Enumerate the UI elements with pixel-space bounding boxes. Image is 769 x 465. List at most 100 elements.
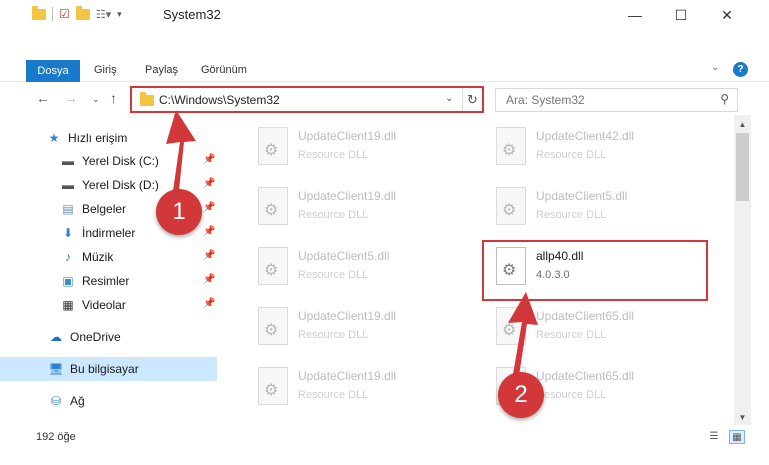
search-icon[interactable]: ⚲	[720, 92, 729, 106]
refresh-icon[interactable]: ↻	[462, 88, 482, 111]
sidebar-item-label: Bu bilgisayar	[70, 362, 139, 376]
file-description: Resource DLL	[298, 209, 369, 221]
dll-file-icon	[496, 127, 526, 165]
step-1-badge: 1	[156, 189, 202, 235]
file-item[interactable]: UpdateClient42.dll Resource DLL	[482, 121, 712, 175]
file-name: UpdateClient65.dll	[536, 309, 635, 323]
close-button[interactable]: ✕	[704, 0, 750, 30]
sidebar-item-label: OneDrive	[70, 330, 121, 344]
file-item[interactable]: UpdateClient19.dll Resource DLL	[244, 181, 474, 235]
file-name: UpdateClient19.dll	[298, 189, 397, 203]
sidebar-item-label: Ağ	[70, 394, 85, 408]
file-description: Resource DLL	[298, 389, 369, 401]
file-name: UpdateClient5.dll	[536, 189, 628, 203]
file-description: Resource DLL	[536, 209, 607, 221]
file-name: UpdateClient19.dll	[298, 129, 397, 143]
vertical-scrollbar[interactable]: ▲ ▼	[734, 115, 751, 425]
computer-icon: 🖥	[48, 362, 64, 376]
sidebar-item-label: Hızlı erişim	[68, 131, 128, 145]
network-icon: ⛁	[50, 394, 62, 408]
drive-icon: ▬	[62, 178, 74, 192]
title-bar: ☑ ☷▾ ▾ System32 — ☐ ✕	[0, 0, 769, 30]
customize-toolbar-icon[interactable]: ▾	[117, 9, 122, 20]
sidebar-item-onedrive[interactable]: ☁ OneDrive	[0, 325, 217, 349]
maximize-button[interactable]: ☐	[658, 0, 704, 30]
file-name: UpdateClient5.dll	[298, 249, 390, 263]
pin-icon[interactable]: 📌	[203, 202, 215, 213]
pin-icon[interactable]: 📌	[203, 298, 215, 309]
address-bar[interactable]: C:\Windows\System32 ⌄ ↻	[130, 86, 484, 113]
search-input[interactable]	[496, 89, 706, 111]
pin-icon[interactable]: 📌	[203, 154, 215, 165]
sidebar-item-videos[interactable]: ▦ Videolar 📌	[0, 293, 217, 317]
document-icon: ▤	[62, 202, 74, 216]
folder-icon	[140, 92, 154, 106]
recent-locations-icon[interactable]: ⌄	[92, 94, 100, 105]
file-description: Resource DLL	[536, 329, 607, 341]
music-icon: ♪	[65, 250, 71, 264]
tab-share[interactable]: Paylaş	[145, 64, 178, 76]
file-item[interactable]: UpdateClient19.dll Resource DLL	[244, 361, 474, 415]
scroll-down-icon[interactable]: ▼	[734, 411, 751, 425]
toolbar-divider	[52, 7, 53, 21]
sidebar-item-label: Belgeler	[82, 202, 127, 216]
help-icon[interactable]: ?	[733, 62, 748, 77]
sidebar-item-label: Müzik	[82, 250, 114, 264]
file-item[interactable]: UpdateClient19.dll Resource DLL	[244, 301, 474, 355]
sidebar-item-network[interactable]: ⛁ Ağ	[0, 389, 217, 413]
scroll-thumb[interactable]	[736, 133, 749, 201]
address-path[interactable]: C:\Windows\System32	[159, 93, 280, 107]
dll-file-icon	[258, 367, 288, 405]
sidebar-item-pictures[interactable]: ▣ Resimler 📌	[0, 269, 217, 293]
address-dropdown-icon[interactable]: ⌄	[445, 93, 453, 104]
star-icon: ★	[48, 131, 60, 145]
properties-icon[interactable]: ☑	[59, 7, 70, 21]
new-folder-icon[interactable]	[75, 5, 90, 20]
sidebar-item-label: Resimler	[82, 274, 130, 288]
pin-icon[interactable]: 📌	[203, 250, 215, 261]
view-options-icon[interactable]: ☷▾	[96, 8, 111, 21]
file-description: Resource DLL	[536, 149, 607, 161]
selected-file-highlight	[482, 240, 708, 301]
tab-view[interactable]: Görünüm	[201, 64, 247, 76]
sidebar-item-label: İndirmeler	[82, 226, 136, 240]
details-view-icon[interactable]: ☰	[706, 430, 722, 444]
pin-icon[interactable]: 📌	[203, 178, 215, 189]
sidebar-item-music[interactable]: ♪ Müzik 📌	[0, 245, 217, 269]
file-item[interactable]: UpdateClient19.dll Resource DLL	[244, 121, 474, 175]
file-name: UpdateClient19.dll	[298, 369, 397, 383]
file-description: Resource DLL	[298, 329, 369, 341]
file-item[interactable]: UpdateClient5.dll Resource DLL	[244, 241, 474, 295]
up-arrow-icon[interactable]: ↑	[110, 90, 117, 106]
pin-icon[interactable]: 📌	[203, 274, 215, 285]
minimize-button[interactable]: —	[612, 0, 658, 30]
tiles-view-icon[interactable]: ▦	[729, 430, 745, 444]
download-icon: ⬇	[62, 226, 74, 240]
sidebar-item-local-disk-c[interactable]: ▬ Yerel Disk (C:) 📌	[0, 149, 217, 173]
file-item[interactable]: UpdateClient65.dll Resource DLL	[482, 301, 712, 355]
file-description: Resource DLL	[298, 149, 369, 161]
tab-home[interactable]: Giriş	[94, 64, 117, 76]
back-arrow-icon[interactable]: ←	[36, 90, 50, 106]
sidebar-item-this-pc[interactable]: 🖥 Bu bilgisayar	[0, 357, 217, 381]
folder-icon[interactable]	[32, 5, 46, 20]
item-count: 192 öğe	[36, 431, 76, 443]
drive-icon: ▬	[62, 154, 74, 168]
pin-icon[interactable]: 📌	[203, 226, 215, 237]
file-description: Resource DLL	[536, 389, 607, 401]
file-description: Resource DLL	[298, 269, 369, 281]
file-item[interactable]: UpdateClient5.dll Resource DLL	[482, 181, 712, 235]
scroll-up-icon[interactable]: ▲	[734, 118, 751, 132]
picture-icon: ▣	[62, 274, 74, 288]
search-box[interactable]: ⚲	[495, 88, 738, 112]
quick-access-toolbar: ☑ ☷▾ ▾	[32, 5, 122, 21]
video-icon: ▦	[62, 298, 74, 312]
step-2-badge: 2	[498, 372, 544, 418]
sidebar-item-label: Videolar	[82, 298, 126, 312]
tab-file[interactable]: Dosya	[26, 60, 80, 82]
navigation-pane: ★ Hızlı erişim ▬ Yerel Disk (C:) 📌 ▬ Yer…	[0, 122, 220, 422]
dll-file-icon	[496, 187, 526, 225]
status-bar: 192 öğe ☰ ▦	[0, 425, 769, 465]
forward-arrow-icon[interactable]: →	[64, 90, 78, 106]
expand-ribbon-icon[interactable]: ⌄	[711, 62, 719, 73]
